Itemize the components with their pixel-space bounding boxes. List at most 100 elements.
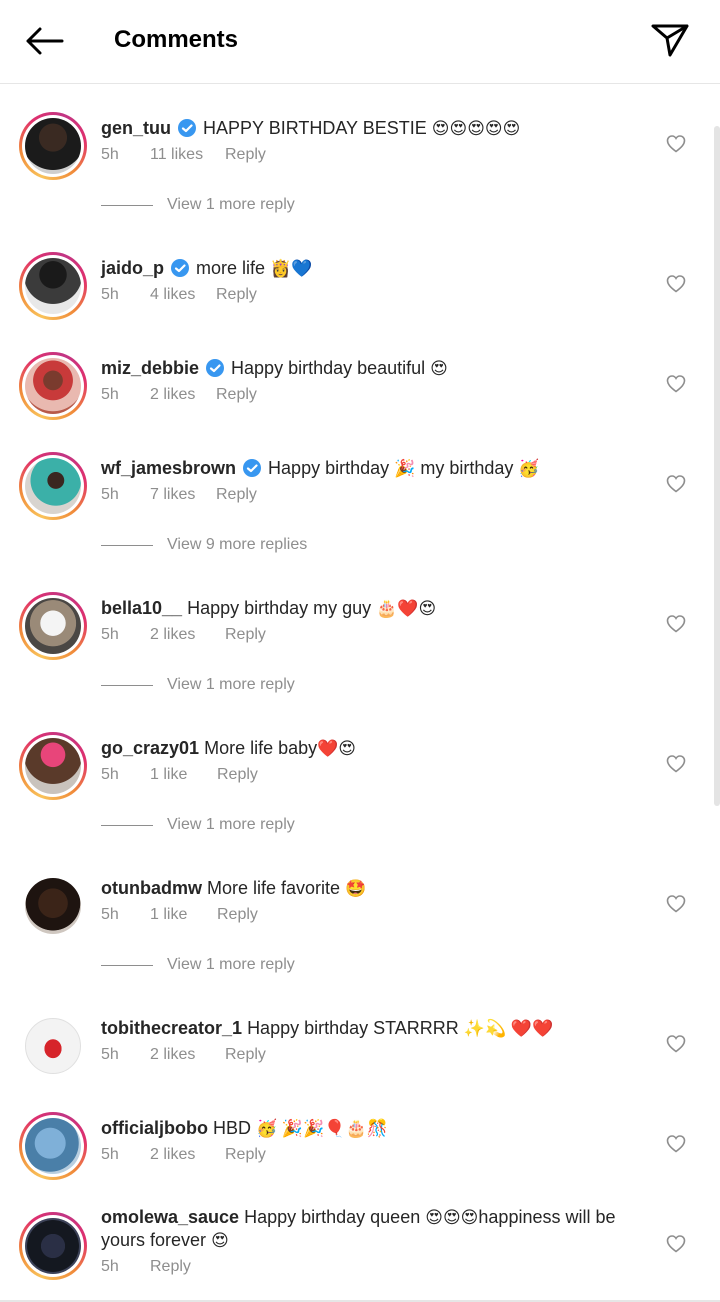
comment-text: Happy birthday my guy [187, 598, 372, 618]
reply-button[interactable]: Reply [225, 1044, 266, 1066]
heart-outline-icon[interactable] [666, 1234, 686, 1254]
divider [101, 965, 153, 966]
likes-count[interactable]: 4 likes [150, 284, 216, 306]
username-link[interactable]: gen_tuu [101, 118, 171, 138]
view-replies-text[interactable]: View 1 more reply [167, 954, 295, 976]
header-bar: Comments [0, 0, 720, 84]
avatar [25, 598, 81, 654]
story-ring[interactable] [19, 592, 87, 660]
comment-item: gen_tuu HAPPY BIRTHDAY BESTIE 😍😍😍😍😍 5h 11 … [0, 100, 720, 200]
story-ring[interactable] [19, 252, 87, 320]
heart-outline-icon[interactable] [666, 614, 686, 634]
story-ring[interactable] [19, 452, 87, 520]
view-replies-button[interactable]: View 1 more reply [101, 954, 421, 978]
reply-button[interactable]: Reply [216, 384, 257, 406]
view-replies-text[interactable]: View 1 more reply [167, 674, 295, 696]
comment-meta: 5h 11 likes Reply [101, 144, 266, 166]
story-ring[interactable] [19, 1112, 87, 1180]
comment-meta: 5h 1 like Reply [101, 904, 258, 926]
comment-text: HAPPY BIRTHDAY BESTIE [203, 118, 427, 138]
likes-count[interactable]: 7 likes [150, 484, 216, 506]
view-replies-button[interactable]: View 1 more reply [101, 814, 421, 838]
comment-item: tobithecreator_1 Happy birthday STARRRR … [0, 1000, 720, 1100]
view-replies-button[interactable]: View 9 more replies [101, 534, 421, 558]
reply-button[interactable]: Reply [150, 1256, 191, 1278]
view-replies-button[interactable]: View 1 more reply [101, 674, 421, 698]
heart-outline-icon[interactable] [666, 1034, 686, 1054]
comment-text-line: miz_debbie Happy birthday beautiful 😍 [101, 356, 661, 381]
comment-text: more life [196, 258, 266, 278]
comment-emoji: 😍 [430, 359, 448, 378]
divider [101, 685, 153, 686]
username-link[interactable]: omolewa_sauce [101, 1207, 239, 1227]
likes-count[interactable]: 1 like [150, 904, 217, 926]
story-ring[interactable] [19, 1212, 87, 1280]
likes-count[interactable]: 2 likes [150, 1144, 225, 1166]
heart-outline-icon[interactable] [666, 374, 686, 394]
heart-outline-icon[interactable] [666, 754, 686, 774]
comment-text: More life favorite [207, 878, 341, 898]
username-link[interactable]: go_crazy01 [101, 738, 199, 758]
heart-outline-icon[interactable] [666, 1134, 686, 1154]
comment-text-line: omolewa_sauce Happy birthday queen 😍😍😍ha… [101, 1206, 641, 1252]
comment-text: Happy birthday STARRRR [247, 1018, 459, 1038]
comment-text-line: officialjbobo HBD 🥳 🎉🎉🎈🎂🎊 [101, 1116, 661, 1141]
verified-badge-icon [206, 359, 225, 377]
heart-outline-icon[interactable] [666, 274, 686, 294]
username-link[interactable]: bella10__ [101, 598, 182, 618]
reply-button[interactable]: Reply [217, 764, 258, 786]
comment-text-line: gen_tuu HAPPY BIRTHDAY BESTIE 😍😍😍😍😍 [101, 116, 661, 141]
reply-button[interactable]: Reply [217, 904, 258, 926]
story-ring[interactable] [19, 112, 87, 180]
send-icon [651, 24, 689, 57]
avatar [25, 1118, 81, 1174]
reply-button[interactable]: Reply [216, 484, 257, 506]
comment-item: omolewa_sauce Happy birthday queen 😍😍😍ha… [0, 1200, 720, 1300]
reply-button[interactable]: Reply [225, 1144, 266, 1166]
reply-button[interactable]: Reply [225, 624, 266, 646]
avatar-wrapper[interactable] [19, 872, 87, 940]
likes-count[interactable]: 2 likes [150, 1044, 225, 1066]
comment-text: Happy birthday queen [244, 1207, 421, 1227]
heart-outline-icon[interactable] [666, 474, 686, 494]
likes-count[interactable]: 2 likes [150, 624, 225, 646]
comment-text-line: bella10__ Happy birthday my guy 🎂❤️😍 [101, 596, 661, 621]
comment-emoji: ✨💫 ❤️❤️ [463, 1019, 554, 1038]
comment-meta: 5h 2 likes Reply [101, 384, 257, 406]
back-button[interactable] [22, 24, 66, 58]
divider [101, 205, 153, 206]
heart-outline-icon[interactable] [666, 134, 686, 154]
avatar [25, 1218, 81, 1274]
view-replies-text[interactable]: View 9 more replies [167, 534, 307, 556]
likes-count[interactable]: 2 likes [150, 384, 216, 406]
comment-emoji: 😍 [211, 1231, 229, 1250]
story-ring[interactable] [19, 732, 87, 800]
heart-outline-icon[interactable] [666, 894, 686, 914]
view-replies-text[interactable]: View 1 more reply [167, 194, 295, 216]
likes-count[interactable]: 1 like [150, 764, 217, 786]
comment-time: 5h [101, 1146, 119, 1163]
view-replies-text[interactable]: View 1 more reply [167, 814, 295, 836]
username-link[interactable]: jaido_p [101, 258, 164, 278]
share-button[interactable] [650, 22, 690, 58]
likes-count[interactable]: 11 likes [150, 144, 225, 166]
username-link[interactable]: officialjbobo [101, 1118, 208, 1138]
comment-emoji: ❤️😍 [317, 739, 357, 758]
comment-time: 5h [101, 486, 119, 503]
story-ring[interactable] [19, 352, 87, 420]
avatar-wrapper[interactable] [19, 1012, 87, 1080]
comment-time: 5h [101, 146, 119, 163]
comment-emoji: 🥳 [518, 459, 540, 478]
comment-text-continued: my birthday [420, 458, 514, 478]
comment-item: jaido_p more life 👸💙 5h 4 likes Reply [0, 240, 720, 340]
username-link[interactable]: tobithecreator_1 [101, 1018, 242, 1038]
comment-time: 5h [101, 1046, 119, 1063]
comment-text-line: jaido_p more life 👸💙 [101, 256, 661, 281]
reply-button[interactable]: Reply [225, 144, 266, 166]
view-replies-button[interactable]: View 1 more reply [101, 194, 421, 218]
username-link[interactable]: miz_debbie [101, 358, 199, 378]
divider [101, 545, 153, 546]
username-link[interactable]: otunbadmw [101, 878, 202, 898]
reply-button[interactable]: Reply [216, 284, 257, 306]
username-link[interactable]: wf_jamesbrown [101, 458, 236, 478]
